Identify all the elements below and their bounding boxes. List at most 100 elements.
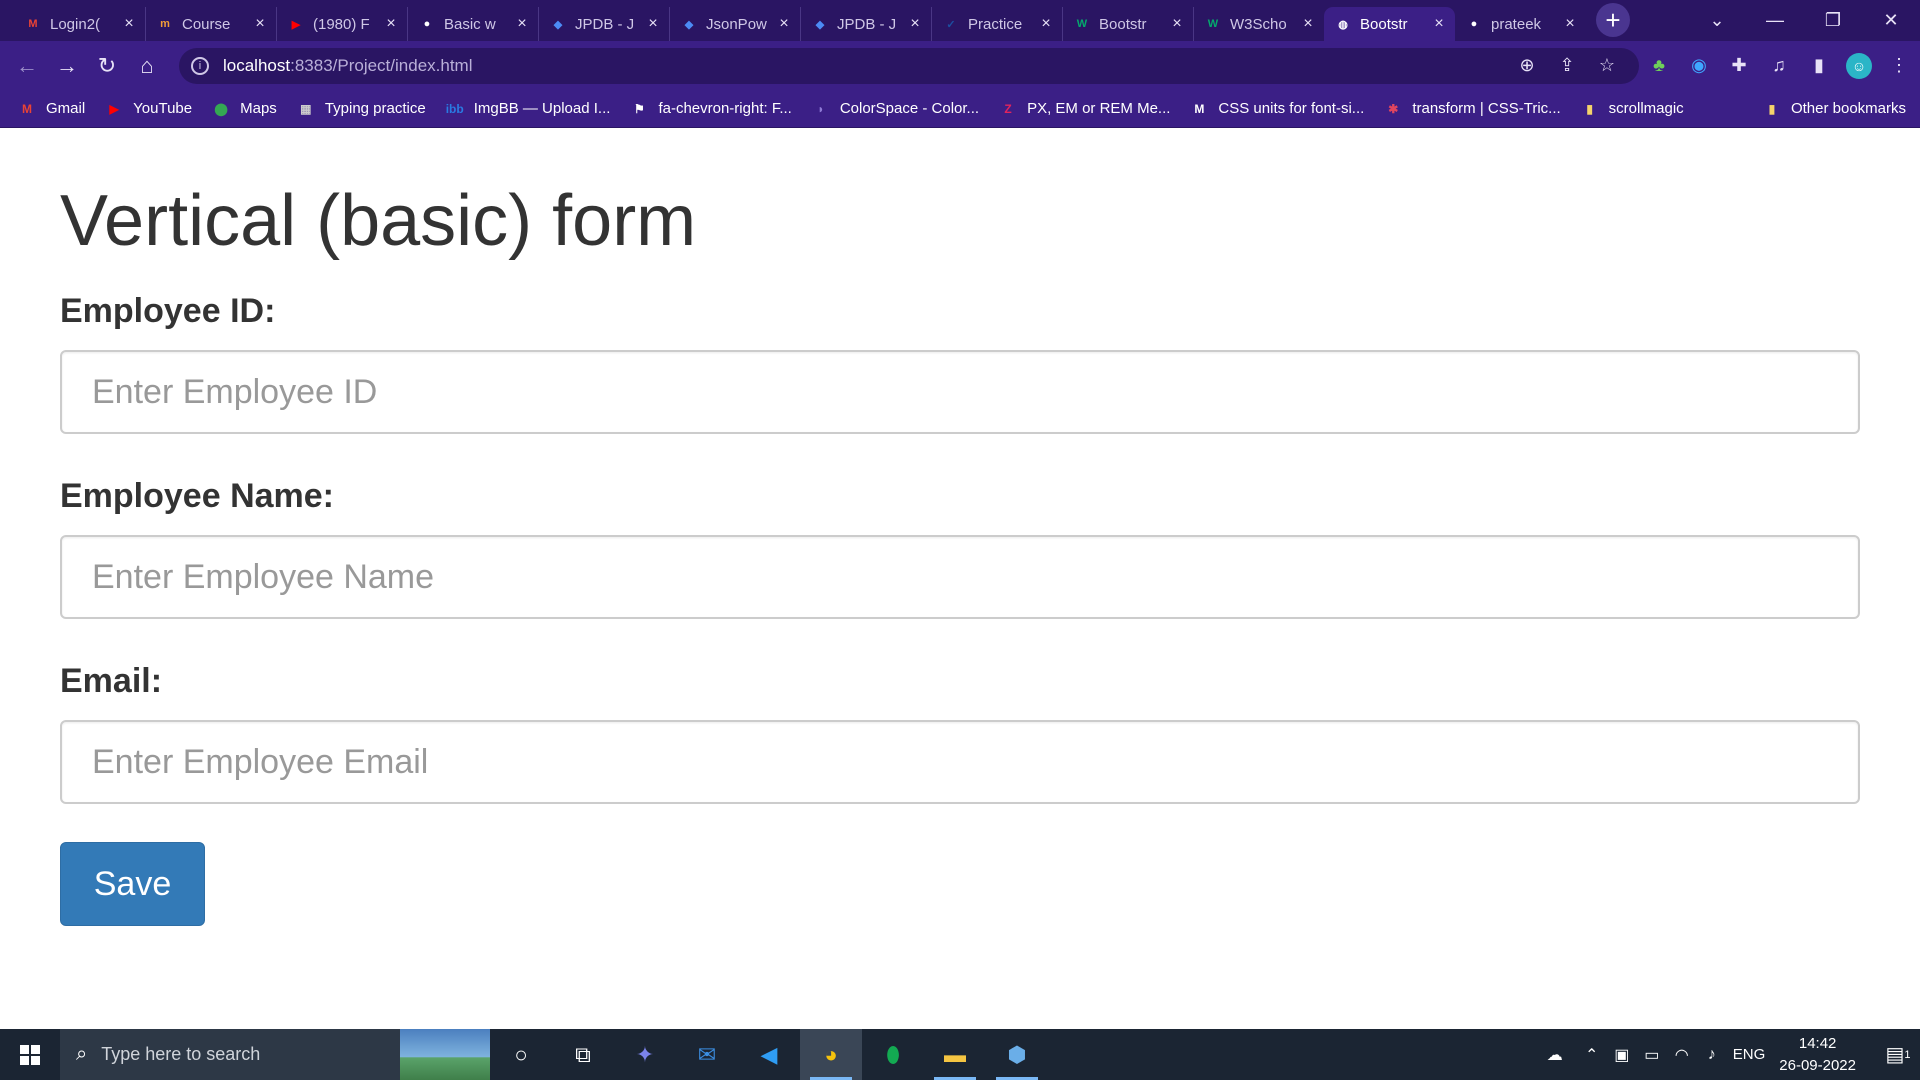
tab-close-icon[interactable]: × <box>1300 15 1316 33</box>
menu-kebab-icon[interactable]: ⋮ <box>1879 46 1919 86</box>
vscode-icon[interactable]: ◀ <box>738 1029 800 1080</box>
tab-close-icon[interactable]: × <box>907 15 923 33</box>
tab-label: (1980) F <box>313 15 370 33</box>
device-icon[interactable]: ▣ <box>1607 1045 1637 1065</box>
bookmark-item[interactable]: M CSS units for font-si... <box>1190 100 1364 118</box>
profile-avatar[interactable]: ☺ <box>1839 46 1879 86</box>
course-icon: m <box>160 18 170 30</box>
employee-id-label: Employee ID: <box>60 292 276 330</box>
file-explorer-icon[interactable]: ▬ <box>924 1029 986 1080</box>
browser-toolbar: ← → ↻ ⌂ i localhost:8383/Project/index.h… <box>0 41 1920 90</box>
notification-center-icon[interactable]: ▤ 1 <box>1876 1029 1920 1080</box>
bookmark-item[interactable]: ⚑ fa-chevron-right: F... <box>630 100 792 118</box>
bookmark-star-icon[interactable]: ☆ <box>1587 55 1627 76</box>
tab-close-icon[interactable]: × <box>776 15 792 33</box>
browser-tab[interactable]: ▶ (1980) F × <box>276 7 407 41</box>
bookmark-label: Gmail <box>46 100 86 117</box>
browser-tab[interactable]: ◆ JPDB - J × <box>538 7 669 41</box>
clock[interactable]: 14:42 26-09-2022 <box>1779 1033 1856 1077</box>
employee-id-input[interactable] <box>60 350 1860 434</box>
browser-tab[interactable]: ◆ JPDB - J × <box>800 7 931 41</box>
github-icon: ● <box>1470 18 1478 30</box>
save-button[interactable]: Save <box>60 842 205 926</box>
tab-close-icon[interactable]: × <box>645 15 661 33</box>
browser-tab[interactable]: W W3Scho × <box>1193 7 1324 41</box>
browser-tab[interactable]: ◆ JsonPow × <box>669 7 800 41</box>
tab-search-chevron-icon[interactable]: ⌄ <box>1688 0 1746 41</box>
minimize-button[interactable]: — <box>1746 0 1804 41</box>
bookmark-item[interactable]: Z PX, EM or REM Me... <box>999 100 1170 118</box>
employee-name-input[interactable] <box>60 535 1860 619</box>
tab-label: Basic w <box>444 15 496 33</box>
bookmark-label: scrollmagic <box>1608 100 1684 117</box>
back-button[interactable]: ← <box>7 46 47 86</box>
check-circle-icon: ✓ <box>946 18 956 31</box>
battery-icon[interactable]: ▭ <box>1637 1045 1667 1065</box>
flag-icon: ⚑ <box>634 101 645 116</box>
restore-button[interactable]: ❐ <box>1804 0 1862 41</box>
tree-extension-icon[interactable]: ♣ <box>1639 46 1679 86</box>
email-input[interactable] <box>60 720 1860 804</box>
browser-tab[interactable]: ✓ Practice × <box>931 7 1062 41</box>
url-host: localhost <box>223 55 291 75</box>
home-button[interactable]: ⌂ <box>127 46 167 86</box>
share-icon[interactable]: ⇪ <box>1547 55 1587 76</box>
start-button[interactable] <box>0 1029 60 1080</box>
onedrive-cloud-icon[interactable]: ☁ <box>1533 1045 1577 1065</box>
browser-tab[interactable]: ● Basic w × <box>407 7 538 41</box>
browser-tab[interactable]: M Login2(× <box>14 7 145 41</box>
tab-close-icon[interactable]: × <box>1562 15 1578 33</box>
extensions-puzzle-icon[interactable]: ✚ <box>1719 46 1759 86</box>
bookmark-item[interactable]: ▮ scrollmagic <box>1581 100 1684 118</box>
browser-tab[interactable]: m Course × <box>145 7 276 41</box>
forward-button[interactable]: → <box>47 46 87 86</box>
browser-tab[interactable]: W Bootstr × <box>1062 7 1193 41</box>
cortana-icon[interactable]: ○ <box>490 1029 552 1080</box>
reload-button[interactable]: ↻ <box>87 46 127 86</box>
bookmark-item[interactable]: ⬤ Maps <box>212 100 276 118</box>
address-bar[interactable]: i localhost:8383/Project/index.html ⊕ ⇪ … <box>179 47 1639 84</box>
tab-close-icon[interactable]: × <box>514 15 530 33</box>
extension-badge-icon[interactable]: ◉ <box>1679 46 1719 86</box>
windows-logo-icon <box>20 1044 40 1065</box>
tab-close-icon[interactable]: × <box>383 15 399 33</box>
show-hidden-icons-chevron-icon[interactable]: ⌃ <box>1577 1045 1607 1065</box>
browser-tab[interactable]: ◍ Bootstr × <box>1324 7 1455 41</box>
mongodb-compass-icon[interactable]: ⬮ <box>862 1029 924 1080</box>
taskbar-search[interactable]: ⌕ Type here to search <box>60 1029 490 1080</box>
tab-close-icon[interactable]: × <box>121 15 137 33</box>
windows-taskbar: ⌕ Type here to search ○ ⧉ ✦ ✉ ◀ ◕ ⬮ ▬ ⬢ … <box>0 1029 1920 1080</box>
tab-close-icon[interactable]: × <box>252 15 268 33</box>
volume-icon[interactable]: ♪ <box>1697 1046 1727 1064</box>
bookmark-item[interactable]: ◗ ColorSpace - Color... <box>812 100 979 118</box>
zoom-icon[interactable]: ⊕ <box>1507 55 1547 76</box>
bookmark-item[interactable]: ▦ Typing practice <box>297 100 426 118</box>
url-text[interactable]: localhost:8383/Project/index.html <box>223 56 1507 76</box>
bookmark-item[interactable]: ✱ transform | CSS-Tric... <box>1384 100 1560 118</box>
task-view-icon[interactable]: ⧉ <box>552 1029 614 1080</box>
media-control-icon[interactable]: ♫ <box>1759 46 1799 86</box>
tab-close-icon[interactable]: × <box>1038 15 1054 33</box>
site-info-icon[interactable]: i <box>191 56 209 75</box>
taskbar-search-placeholder: Type here to search <box>101 1044 261 1064</box>
mail-icon[interactable]: ✉ <box>676 1029 738 1080</box>
wifi-icon[interactable]: ◠ <box>1667 1045 1697 1065</box>
tab-close-icon[interactable]: × <box>1431 15 1447 33</box>
bookmark-item[interactable]: ▶ YouTube <box>105 100 193 118</box>
chrome-icon[interactable]: ◕ <box>800 1029 862 1080</box>
new-tab-button[interactable]: + <box>1596 3 1630 37</box>
side-panel-icon[interactable]: ▮ <box>1799 46 1839 86</box>
tab-label: JsonPow <box>706 15 767 33</box>
teams-icon[interactable]: ✦ <box>614 1029 676 1080</box>
bookmark-item[interactable]: M Gmail <box>18 100 85 118</box>
other-bookmarks-folder[interactable]: ▮ Other bookmarks <box>1763 100 1906 118</box>
bookmark-label: ImgBB — Upload I... <box>473 100 611 117</box>
netbeans-icon[interactable]: ⬢ <box>986 1029 1048 1080</box>
window-controls: ⌄ — ❐ ✕ <box>1688 0 1920 41</box>
close-window-button[interactable]: ✕ <box>1862 0 1920 41</box>
tab-close-icon[interactable]: × <box>1169 15 1185 33</box>
system-tray: ☁ ⌃ ▣ ▭ ◠ ♪ ENG 14:42 26-09-2022 ▤ 1 <box>1533 1029 1920 1080</box>
browser-tab[interactable]: ● prateek × <box>1455 7 1586 41</box>
bookmark-item[interactable]: ibb ImgBB — Upload I... <box>446 100 611 118</box>
language-indicator[interactable]: ENG <box>1733 1046 1766 1063</box>
